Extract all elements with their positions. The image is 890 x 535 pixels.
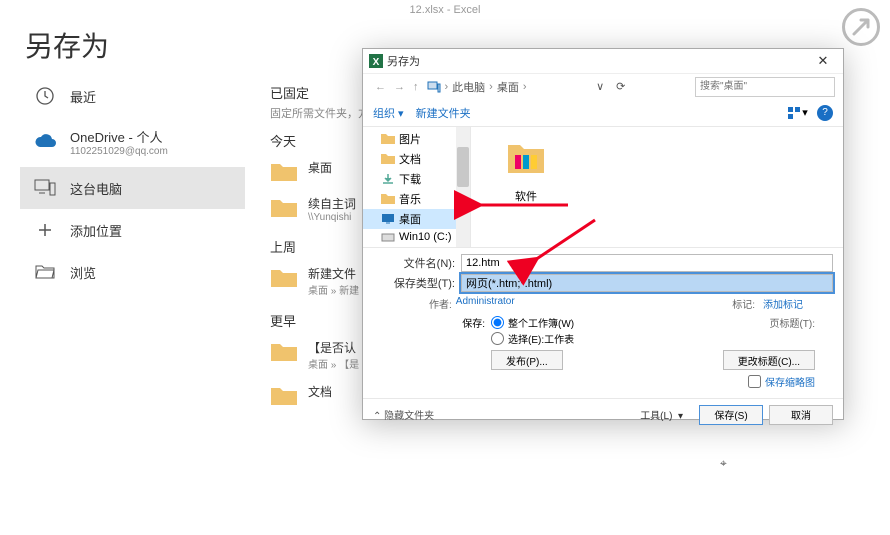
tree-pictures[interactable]: 图片	[363, 129, 470, 149]
breadcrumb[interactable]: 此电脑	[448, 79, 489, 95]
pc-icon	[34, 177, 56, 199]
app-titlebar: 12.xlsx - Excel	[0, 0, 890, 20]
nav-up[interactable]: ↑	[409, 81, 423, 93]
tag-value[interactable]: 添加标记	[763, 296, 803, 311]
sidebar-label: 添加位置	[70, 221, 122, 240]
save-sidebar: 最近 OneDrive - 个人 1102251029@qq.com 这台电脑 …	[20, 75, 245, 293]
download-icon	[381, 173, 395, 185]
sidebar-label: OneDrive - 个人	[70, 130, 162, 145]
hide-folders-toggle[interactable]: ⌃ 隐藏文件夹	[373, 407, 434, 422]
change-title-button[interactable]: 更改标题(C)...	[723, 350, 815, 370]
dialog-form: 文件名(N): 保存类型(T): 网页(*.htm;*.html) 作者: Ad…	[363, 247, 843, 398]
folder-icon	[381, 133, 395, 145]
pagetitle-label: 页标题(T):	[769, 315, 815, 330]
cancel-button[interactable]: 取消	[769, 405, 833, 425]
cursor-icon: ⌖	[720, 456, 727, 471]
folder-open-icon	[34, 261, 56, 283]
tag-label: 标记:	[732, 296, 755, 311]
tree-win10c[interactable]: Win10 (C:)	[363, 229, 470, 245]
folder-icon	[270, 385, 298, 407]
folder-icon	[270, 161, 298, 183]
publish-button[interactable]: 发布(P)...	[491, 350, 563, 370]
radio-whole-workbook[interactable]: 整个工作簿(W)	[491, 315, 574, 330]
nav-back[interactable]: ←	[371, 81, 390, 93]
drive-icon	[381, 231, 395, 243]
organize-button[interactable]: 组织 ▾	[373, 105, 404, 121]
save-as-dialog: X 另存为 ✕ ← → ↑ › 此电脑 › 桌面 › ∨ ⟳ 组织 ▾ 新建文件…	[362, 48, 844, 420]
folder-icon	[270, 267, 298, 289]
dialog-titlebar: X 另存为 ✕	[363, 49, 843, 73]
refresh-button[interactable]: ∨	[590, 80, 610, 93]
excel-icon: X	[369, 54, 383, 68]
file-view: 软件	[471, 127, 843, 247]
file-software-folder[interactable]: 软件	[481, 137, 571, 237]
tree-documents[interactable]: 文档	[363, 149, 470, 169]
music-icon	[381, 193, 395, 205]
author-label: 作者:	[429, 296, 452, 311]
filetype-combo[interactable]: 网页(*.htm;*.html)	[461, 274, 833, 292]
folder-icon	[381, 153, 395, 165]
folder-icon	[270, 197, 298, 219]
filename-input[interactable]	[461, 254, 833, 272]
tools-menu[interactable]: 工具(L) ▾	[640, 407, 683, 422]
folder-icon	[505, 137, 547, 179]
view-mode-button[interactable]: ▾	[787, 104, 809, 122]
sidebar-label: 这台电脑	[70, 179, 122, 198]
radio-selected-sheet[interactable]: 选择(E):工作表	[491, 331, 574, 346]
save-thumbnail-checkbox[interactable]: 保存缩略图	[748, 374, 815, 389]
folder-tree: 图片 文档 下载 音乐 桌面 Win10 (C:)	[363, 127, 471, 247]
sidebar-browse[interactable]: 浏览	[20, 251, 245, 293]
help-button[interactable]: ?	[817, 105, 833, 121]
tree-desktop[interactable]: 桌面	[363, 209, 470, 229]
scrollbar[interactable]	[456, 127, 470, 247]
svg-text:X: X	[373, 57, 380, 68]
cloud-icon	[34, 131, 56, 153]
filename-label: 文件名(N):	[373, 255, 461, 271]
dialog-navbar: ← → ↑ › 此电脑 › 桌面 › ∨ ⟳	[363, 73, 843, 99]
corner-badge	[842, 8, 880, 46]
save-scope-label: 保存:	[373, 315, 491, 346]
save-button[interactable]: 保存(S)	[699, 405, 763, 425]
sidebar-label: 最近	[70, 87, 96, 106]
author-value[interactable]: Administrator	[456, 296, 515, 311]
sidebar-onedrive[interactable]: OneDrive - 个人 1102251029@qq.com	[20, 117, 245, 167]
folder-icon	[270, 341, 298, 363]
tree-downloads[interactable]: 下载	[363, 169, 470, 189]
tree-music[interactable]: 音乐	[363, 189, 470, 209]
sidebar-sublabel: 1102251029@qq.com	[70, 146, 168, 157]
sidebar-label: 浏览	[70, 263, 96, 282]
dialog-footer: ⌃ 隐藏文件夹 工具(L) ▾ 保存(S) 取消	[363, 398, 843, 430]
sidebar-recent[interactable]: 最近	[20, 75, 245, 117]
nav-forward[interactable]: →	[390, 81, 409, 93]
close-button[interactable]: ✕	[803, 49, 843, 73]
desktop-icon	[381, 213, 395, 225]
new-folder-button[interactable]: 新建文件夹	[416, 105, 471, 121]
search-input[interactable]	[695, 77, 835, 97]
sidebar-add-place[interactable]: 添加位置	[20, 209, 245, 251]
clock-icon	[34, 85, 56, 107]
page-title: 另存为	[25, 25, 109, 65]
dialog-toolbar: 组织 ▾ 新建文件夹 ▾ ?	[363, 99, 843, 127]
pc-icon	[427, 80, 441, 94]
sidebar-this-pc[interactable]: 这台电脑	[20, 167, 245, 209]
breadcrumb[interactable]: 桌面	[493, 79, 523, 95]
plus-icon	[34, 219, 56, 241]
refresh-button[interactable]: ⟳	[610, 80, 631, 93]
filetype-label: 保存类型(T):	[373, 275, 461, 291]
